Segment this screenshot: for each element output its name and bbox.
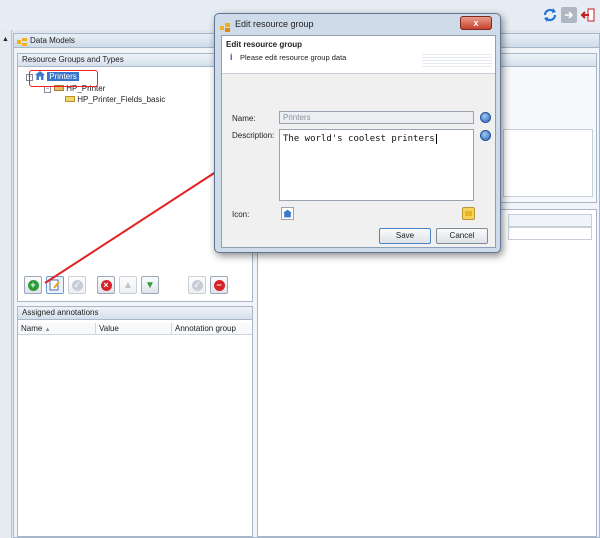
name-field[interactable]: Printers xyxy=(279,111,474,124)
forward-icon[interactable] xyxy=(561,7,577,23)
save-button[interactable]: Save xyxy=(379,228,431,244)
details-row xyxy=(508,214,592,227)
resource-toolbar: + ✓ × ▲ ▼ ✓ − xyxy=(24,276,248,296)
banner-info: Please edit resource group data xyxy=(240,53,347,62)
dialog-titlebar[interactable]: Edit resource group xyxy=(215,14,500,34)
edit-fields-button[interactable]: ✓ xyxy=(188,276,206,294)
cancel-button[interactable]: Cancel xyxy=(436,228,488,244)
folder-browse-button[interactable] xyxy=(462,207,475,220)
logout-icon[interactable] xyxy=(580,7,596,23)
dialog-body: Edit resource group i Please edit resour… xyxy=(221,35,496,248)
close-button[interactable]: x xyxy=(460,16,492,30)
name-label: Name: xyxy=(232,114,256,123)
details-row xyxy=(508,227,592,240)
home-icon xyxy=(282,209,293,221)
sort-ascending-icon: ▲ xyxy=(44,327,51,333)
collapse-up-icon[interactable]: ▲ xyxy=(2,36,9,43)
description-field[interactable]: The world's coolest printers xyxy=(279,129,474,201)
annotations-table-header: Name ▲ Value Annotation group xyxy=(18,323,252,335)
column-name[interactable]: Name ▲ xyxy=(18,323,96,335)
fields-icon xyxy=(65,96,75,102)
app-icon xyxy=(220,19,230,32)
data-models-icon xyxy=(17,37,27,46)
annotation-highlight-box xyxy=(29,70,98,87)
text-cursor xyxy=(435,134,437,144)
description-translate-icon[interactable] xyxy=(480,130,491,141)
assigned-annotations-panel: Assigned annotations Name ▲ Value Annota… xyxy=(17,306,253,537)
data-models-title: Data Models xyxy=(30,36,75,45)
tree-item-label: HP_Printer_Fields_basic xyxy=(77,95,166,104)
tree-expander-icon[interactable]: − xyxy=(44,86,51,93)
add-button[interactable]: + xyxy=(24,276,42,294)
delete-button[interactable]: × xyxy=(97,276,115,294)
name-value: Printers xyxy=(283,113,311,122)
info-icon: i xyxy=(230,52,233,62)
close-icon: x xyxy=(473,18,479,28)
dialog-title: Edit resource group xyxy=(235,19,314,29)
description-label: Description: xyxy=(232,131,275,140)
edit-type-button[interactable]: ✓ xyxy=(68,276,86,294)
left-strip: ▲ xyxy=(0,30,12,538)
edit-button[interactable] xyxy=(46,276,64,294)
banner-decoration xyxy=(422,52,492,68)
refresh-icon[interactable] xyxy=(542,7,558,23)
banner-title: Edit resource group xyxy=(226,40,303,49)
remove-button[interactable]: − xyxy=(210,276,228,294)
name-translate-icon[interactable] xyxy=(480,112,491,123)
dialog-banner: Edit resource group i Please edit resour… xyxy=(222,36,495,74)
column-annotation-group[interactable]: Annotation group xyxy=(172,323,254,335)
icon-label: Icon: xyxy=(232,210,250,219)
details-box xyxy=(503,129,593,197)
move-down-button[interactable]: ▼ xyxy=(141,276,159,294)
description-value: The world's coolest printers xyxy=(283,134,435,144)
icon-preview xyxy=(281,207,294,220)
move-up-button[interactable]: ▲ xyxy=(119,276,137,294)
details-panel-bottom xyxy=(257,209,597,537)
folder-icon xyxy=(465,211,472,216)
assigned-annotations-title: Assigned annotations xyxy=(18,307,252,320)
tree-item-hp-printer-fields[interactable]: HP_Printer_Fields_basic xyxy=(65,94,165,106)
edit-resource-group-dialog: Edit resource group x Edit resource grou… xyxy=(214,13,501,253)
column-value[interactable]: Value xyxy=(96,323,172,335)
